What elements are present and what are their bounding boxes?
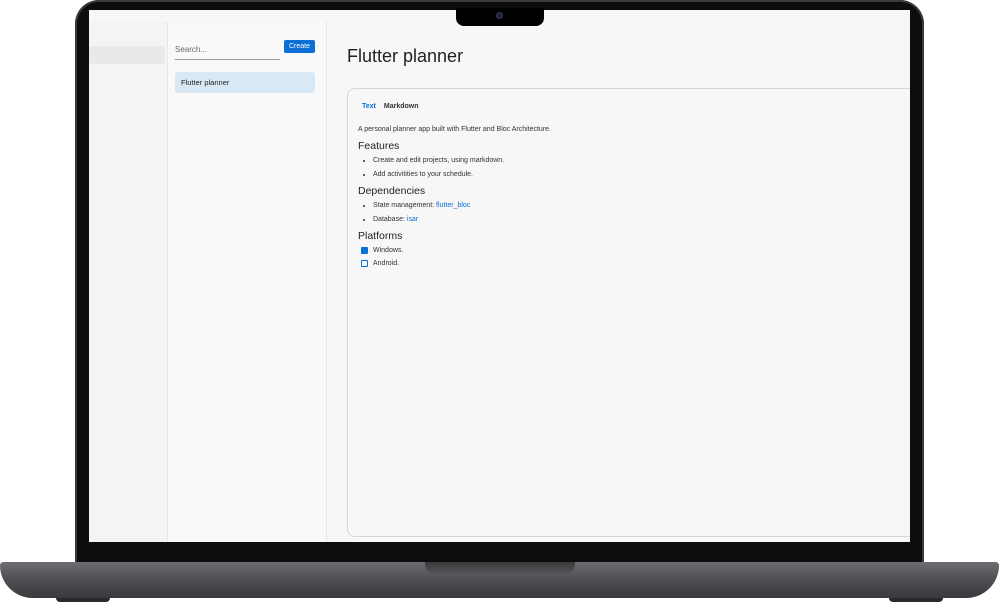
camera-notch [456,8,544,26]
base-groove [425,562,575,574]
dependency-label: State management: [373,202,437,209]
dependencies-heading: Dependencies [358,185,426,197]
main-content: Flutter planner Text Markdown A personal… [327,22,910,542]
editor-card: Text Markdown A personal planner app bui… [347,88,910,537]
search-input[interactable] [175,39,280,60]
project-list-panel: Create Flutter planner [168,22,327,542]
list-item: State management: flutter_bloc [373,202,898,209]
checkbox-checked[interactable] [361,247,368,254]
laptop-foot [56,598,110,602]
editor-tabs: Text Markdown [362,103,419,110]
task-label: Android. [373,260,400,267]
list-item: Database: isar [373,216,898,223]
laptop-base [0,562,999,598]
page-title: Flutter planner [347,46,464,66]
checkbox-unchecked[interactable] [361,260,368,267]
tab-text[interactable]: Text [362,103,376,110]
flutter-bloc-link[interactable]: flutter_bloc [436,202,470,209]
platforms-heading: Platforms [358,230,403,242]
tab-markdown[interactable]: Markdown [384,103,419,110]
list-item: Create and edit projects, using markdown… [373,157,898,164]
camera-icon [496,12,503,19]
features-list: Create and edit projects, using markdown… [358,157,898,178]
list-item: Add activitities to your schedule. [373,171,898,178]
features-heading: Features [358,140,400,152]
screen: Create Flutter planner Flutter planner T… [89,10,910,542]
dependency-label: Database: [373,216,407,223]
intro-text: A personal planner app built with Flutte… [358,126,551,133]
task-item: Android. [361,260,898,267]
create-button[interactable]: Create [284,40,315,53]
isar-link[interactable]: isar [407,216,418,223]
task-item: Windows. [361,247,898,254]
project-list-item[interactable]: Flutter planner [175,72,315,93]
rendered-markdown: A personal planner app built with Flutte… [358,126,898,273]
navigation-rail-item[interactable] [89,46,165,64]
laptop-foot [889,598,943,602]
task-label: Windows. [373,247,404,254]
dependencies-list: State management: flutter_bloc Database:… [358,202,898,223]
navigation-rail [89,22,168,542]
